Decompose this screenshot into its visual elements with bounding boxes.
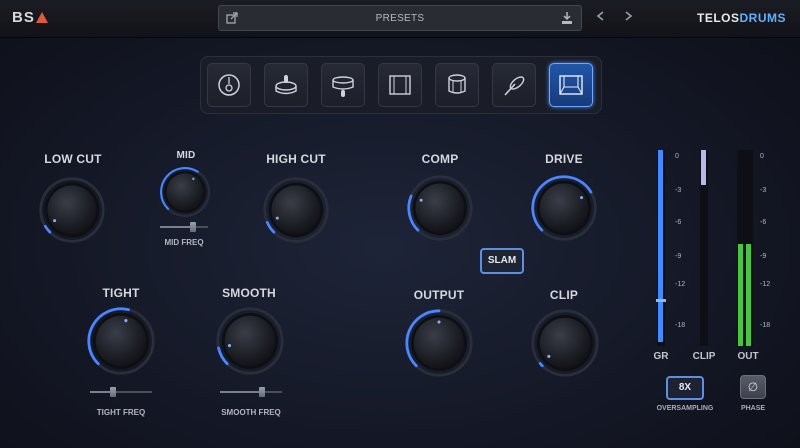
top-bar: BS PRESETS TELOSDRUMS bbox=[0, 0, 800, 38]
scale-tick-label: -9 bbox=[760, 253, 767, 260]
logo-text: BS bbox=[12, 9, 35, 26]
tight-freq-label: TIGHT FREQ bbox=[96, 408, 146, 417]
cymbal-stick-button[interactable] bbox=[492, 63, 536, 107]
clip-label: CLIP bbox=[549, 288, 579, 302]
scale-tick-label: -6 bbox=[760, 219, 767, 226]
gr-meter bbox=[656, 150, 666, 346]
drive-knob[interactable] bbox=[530, 174, 598, 242]
clip-meter bbox=[700, 150, 708, 346]
telos-drums-brand: TELOSDRUMS bbox=[697, 11, 786, 25]
scale-tick-label: -18 bbox=[675, 322, 686, 329]
smooth-freq-label: SMOOTH FREQ bbox=[221, 408, 281, 417]
presets-label: PRESETS bbox=[375, 13, 425, 24]
snare-side-button[interactable] bbox=[321, 63, 365, 107]
scale-tick-label: -18 bbox=[760, 322, 771, 329]
save-preset-icon[interactable] bbox=[561, 11, 573, 28]
mic-position-selector bbox=[200, 56, 602, 114]
tight-label: TIGHT bbox=[102, 286, 140, 300]
gr-meter-fill bbox=[658, 150, 663, 343]
comp-label: COMP bbox=[421, 152, 459, 166]
scale-tick-label: -3 bbox=[675, 187, 682, 194]
scale-tick-label: -12 bbox=[675, 281, 686, 288]
phase-label: PHASE bbox=[740, 405, 766, 412]
output-knob[interactable] bbox=[404, 308, 474, 378]
scale-tick-label: -6 bbox=[675, 219, 682, 226]
kick-drum-button[interactable] bbox=[207, 63, 251, 107]
preset-browser[interactable]: PRESETS bbox=[218, 5, 582, 31]
slider-thumb[interactable] bbox=[190, 222, 197, 232]
scale-tick-label: -3 bbox=[760, 187, 767, 194]
snare-top-icon bbox=[275, 75, 297, 95]
out-meter-fill-right bbox=[746, 244, 751, 346]
smooth-knob[interactable] bbox=[215, 306, 285, 376]
scale-tick-label: -9 bbox=[675, 253, 682, 260]
clip-meter-fill bbox=[701, 150, 706, 186]
low-cut-knob[interactable] bbox=[38, 176, 106, 244]
mid-freq-slider[interactable] bbox=[160, 222, 208, 232]
smooth-label: SMOOTH bbox=[222, 286, 276, 300]
high-cut-label: HIGH CUT bbox=[266, 152, 326, 166]
slider-thumb[interactable] bbox=[259, 387, 266, 397]
slider-fill bbox=[220, 391, 264, 393]
brand-accent: DRUMS bbox=[739, 11, 786, 25]
clip-meter-label: CLIP bbox=[692, 351, 716, 362]
out-meter bbox=[737, 150, 753, 346]
high-cut-knob[interactable] bbox=[262, 176, 330, 244]
room-overhead-button[interactable] bbox=[549, 63, 593, 107]
tight-knob[interactable] bbox=[86, 306, 156, 376]
phase-icon: ∅ bbox=[747, 380, 759, 394]
tom-drum-icon bbox=[448, 74, 466, 94]
next-preset-icon[interactable] bbox=[624, 10, 633, 24]
out-label: OUT bbox=[737, 351, 759, 362]
bsa-logo[interactable]: BS bbox=[12, 9, 48, 26]
prev-preset-icon[interactable] bbox=[596, 10, 605, 24]
snare-side-icon bbox=[332, 76, 354, 97]
smooth-freq-slider[interactable] bbox=[220, 387, 282, 397]
low-cut-label: LOW CUT bbox=[44, 152, 102, 166]
slider-thumb[interactable] bbox=[109, 387, 116, 397]
scale-tick-label: 0 bbox=[675, 153, 679, 160]
kick-drum-icon bbox=[218, 74, 240, 96]
scale-tick-label: 0 bbox=[760, 153, 764, 160]
mid-freq-label: MID FREQ bbox=[164, 238, 204, 247]
mid-knob[interactable] bbox=[159, 166, 211, 218]
output-label: OUTPUT bbox=[413, 288, 465, 302]
comp-knob[interactable] bbox=[406, 174, 474, 242]
out-meter-fill-left bbox=[738, 244, 743, 346]
phase-invert-button[interactable]: ∅ bbox=[740, 375, 766, 399]
scale-tick-label: -12 bbox=[760, 281, 771, 288]
room-square-icon bbox=[389, 75, 411, 95]
logo-triangle-icon bbox=[35, 12, 48, 23]
clip-knob[interactable] bbox=[530, 308, 600, 378]
slam-button[interactable]: SLAM bbox=[480, 248, 524, 274]
slider-fill bbox=[90, 391, 112, 393]
drive-label: DRIVE bbox=[545, 152, 583, 166]
tom-drum-button[interactable] bbox=[435, 63, 479, 107]
snare-top-button[interactable] bbox=[264, 63, 308, 107]
tight-freq-slider[interactable] bbox=[90, 387, 152, 397]
brand-main: TELOS bbox=[696, 11, 740, 25]
gr-meter-thumb[interactable] bbox=[656, 299, 666, 302]
mid-label: MID bbox=[176, 150, 196, 161]
gr-label: GR bbox=[653, 351, 669, 362]
oversampling-label: OVERSAMPLING bbox=[656, 405, 714, 412]
room-square-button[interactable] bbox=[378, 63, 422, 107]
cymbal-stick-icon bbox=[504, 76, 525, 96]
room-overhead-icon bbox=[559, 75, 583, 95]
oversampling-button[interactable]: 8X bbox=[666, 376, 704, 400]
